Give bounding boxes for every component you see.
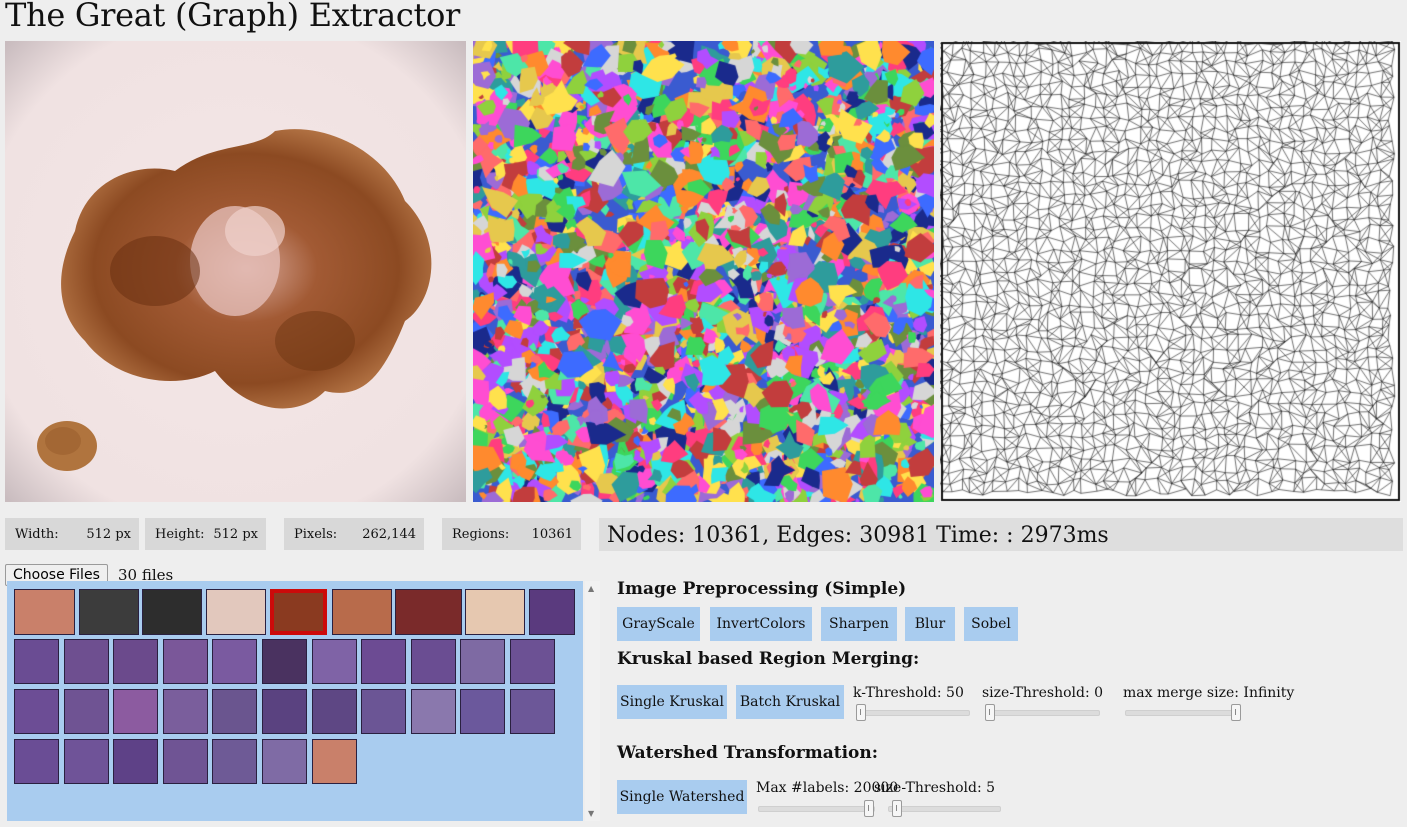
graph-image (940, 41, 1401, 502)
gallery-thumbnail[interactable] (510, 639, 555, 684)
k-threshold-handle[interactable] (856, 704, 866, 721)
gallery-thumbnail[interactable] (142, 589, 202, 635)
size-threshold-handle[interactable] (985, 704, 995, 721)
graph-summary: Nodes: 10361, Edges: 30981 Time: : 2973m… (599, 518, 1403, 551)
gallery-thumbnail[interactable] (162, 739, 208, 784)
original-image (5, 41, 466, 502)
gallery-thumbnail[interactable] (14, 689, 59, 734)
size-threshold-slider[interactable] (985, 704, 1100, 721)
k-threshold-slider[interactable] (856, 704, 970, 721)
height-label: Height: (155, 526, 205, 542)
watershed-size-threshold-label: size-Threshold: 5 (874, 780, 996, 796)
max-merge-size-slider[interactable] (1125, 704, 1241, 721)
segmentation-panel (473, 41, 934, 502)
gallery-thumbnail[interactable] (460, 639, 506, 684)
gallery-thumbnail[interactable] (113, 689, 159, 734)
gallery-thumbnail[interactable] (410, 639, 456, 684)
gallery-thumbnail[interactable] (79, 589, 139, 635)
gallery-thumbnail[interactable] (206, 589, 266, 635)
gallery-scrollbar[interactable]: ▲ ▼ (585, 581, 600, 821)
preprocessing-heading: Image Preprocessing (Simple) (617, 579, 907, 599)
gallery-thumbnail[interactable] (529, 589, 575, 635)
gallery-thumbnail[interactable] (395, 589, 462, 635)
gallery-thumbnail[interactable] (14, 639, 59, 684)
gallery-thumbnail[interactable] (510, 689, 555, 734)
regions-label: Regions: (452, 526, 510, 542)
gallery-thumbnail[interactable] (63, 739, 109, 784)
single-watershed-button[interactable]: Single Watershed (617, 780, 747, 814)
k-threshold-label: k-Threshold: 50 (853, 685, 964, 701)
pixels-value: 262,144 (362, 526, 416, 542)
grayscale-button[interactable]: GrayScale (617, 607, 700, 641)
gallery-thumbnail[interactable] (63, 689, 109, 734)
gallery-thumbnail[interactable] (311, 639, 357, 684)
size-threshold-label: size-Threshold: 0 (982, 685, 1104, 701)
gallery-thumbnail[interactable] (262, 739, 307, 784)
width-stat: Width: 512 px (5, 518, 139, 550)
watershed-size-threshold-handle[interactable] (892, 800, 902, 817)
pixels-label: Pixels: (294, 526, 338, 542)
gallery-thumbnail[interactable] (14, 739, 59, 784)
segmentation-image (473, 41, 934, 502)
batch-kruskal-button[interactable]: Batch Kruskal (736, 685, 844, 719)
single-kruskal-button[interactable]: Single Kruskal (617, 685, 727, 719)
gallery-thumbnail[interactable] (460, 689, 506, 734)
gallery-thumbnail[interactable] (162, 639, 208, 684)
blur-button[interactable]: Blur (905, 607, 955, 641)
max-merge-size-label: max merge size: Infinity (1123, 685, 1295, 701)
gallery-thumbnail[interactable] (361, 639, 407, 684)
gallery-thumbnail[interactable] (270, 589, 327, 635)
max-labels-handle[interactable] (864, 800, 874, 817)
regions-stat: Regions: 10361 (442, 518, 581, 550)
gallery-thumbnail[interactable] (262, 639, 307, 684)
scroll-down-icon[interactable]: ▼ (588, 809, 594, 818)
graph-panel (940, 41, 1401, 502)
gallery-thumbnail[interactable] (212, 739, 258, 784)
gallery-thumbnail[interactable] (113, 639, 159, 684)
sobel-button[interactable]: Sobel (964, 607, 1018, 641)
pixels-stat: Pixels: 262,144 (284, 518, 424, 550)
sharpen-button[interactable]: Sharpen (821, 607, 897, 641)
kruskal-heading: Kruskal based Region Merging: (617, 649, 920, 669)
gallery-thumbnail[interactable] (311, 739, 357, 784)
max-labels-slider[interactable] (758, 800, 875, 817)
scroll-up-icon[interactable]: ▲ (588, 584, 594, 593)
gallery-thumbnail[interactable] (410, 689, 456, 734)
gallery-thumbnail[interactable] (361, 689, 407, 734)
gallery-thumbnail[interactable] (332, 589, 392, 635)
width-value: 512 px (86, 526, 131, 542)
gallery-thumbnail[interactable] (212, 639, 258, 684)
watershed-heading: Watershed Transformation: (617, 743, 879, 763)
gallery-thumbnail[interactable] (162, 689, 208, 734)
original-image-panel (5, 41, 466, 502)
watershed-size-threshold-slider[interactable] (888, 800, 1001, 817)
gallery-thumbnail[interactable] (262, 689, 307, 734)
max-merge-size-handle[interactable] (1231, 704, 1241, 721)
gallery-thumbnail[interactable] (212, 689, 258, 734)
gallery-thumbnail[interactable] (113, 739, 159, 784)
regions-value: 10361 (531, 526, 573, 542)
height-value: 512 px (213, 526, 258, 542)
gallery-thumbnail[interactable] (63, 639, 109, 684)
height-stat: Height: 512 px (145, 518, 266, 550)
app-title: The Great (Graph) Extractor (5, 0, 461, 34)
gallery-thumbnail[interactable] (14, 589, 75, 635)
width-label: Width: (15, 526, 59, 542)
image-gallery[interactable] (7, 581, 583, 821)
invert-colors-button[interactable]: InvertColors (710, 607, 812, 641)
gallery-thumbnail[interactable] (465, 589, 525, 635)
gallery-thumbnail[interactable] (311, 689, 357, 734)
